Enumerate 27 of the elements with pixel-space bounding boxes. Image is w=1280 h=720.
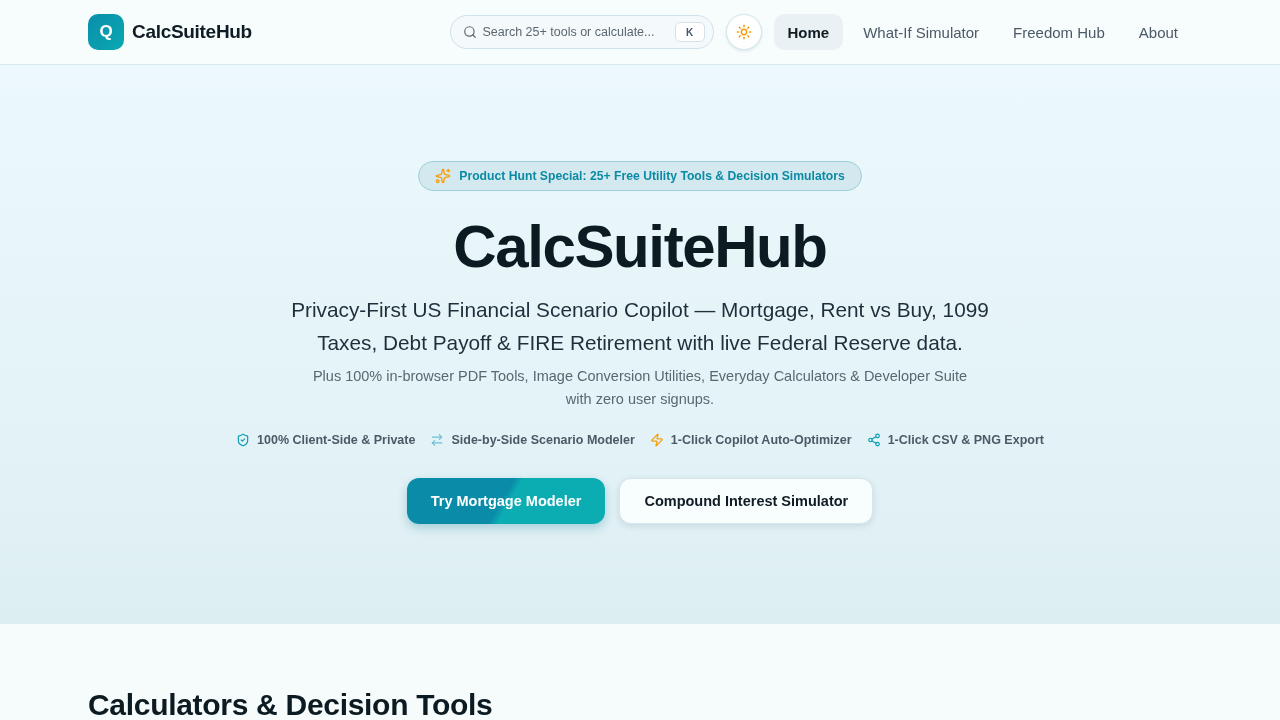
feature-label: 100% Client-Side & Private — [257, 433, 416, 447]
lightning-icon — [649, 433, 664, 447]
hero-title: CalcSuiteHub — [453, 213, 827, 281]
feature-label: 1-Click Copilot Auto-Optimizer — [670, 433, 852, 447]
logo-name[interactable]: CalcSuiteHub — [132, 21, 252, 43]
feature-label: Side-by-Side Scenario Modeler — [451, 433, 635, 447]
search-field[interactable]: Search 25+ tools or calculate... K — [449, 15, 714, 49]
search-icon — [462, 25, 477, 39]
nav-tab[interactable]: What-If Simulator — [849, 14, 994, 50]
share-icon — [866, 433, 881, 447]
promo-text: Product Hunt Special: 25+ Free Utility Tools & Decision Simulators — [459, 169, 845, 183]
primary-cta-button[interactable]: Try Mortgage Modeler — [406, 478, 606, 524]
swap-arrows-icon — [430, 433, 445, 447]
nav-tab[interactable]: Home — [773, 14, 844, 50]
secondary-cta-button[interactable]: Compound Interest Simulator — [619, 478, 874, 524]
feature-label: 1-Click CSV & PNG Export — [887, 433, 1044, 447]
nav-tab[interactable]: About — [1124, 14, 1192, 50]
shield-check-icon — [236, 433, 251, 447]
nav-tab[interactable]: Freedom Hub — [999, 14, 1119, 50]
theme-toggle-button[interactable] — [725, 14, 762, 50]
search-input[interactable]: Search 25+ tools or calculate... — [482, 25, 669, 39]
shortcut-key: K — [674, 22, 705, 42]
section-heading: Calculators & Decision Tools — [88, 687, 494, 720]
sparkles-icon — [435, 168, 452, 184]
sun-icon — [735, 24, 752, 40]
hero-description: Plus 100% in-browser PDF Tools, Image Conversion Utilities, Everyday Calculators & Developer Suite with zero user signups. — [311, 367, 969, 409]
hero-subtitle: Privacy-First US Financial Scenario Copilot — Mortgage, Rent vs Buy, 1099 Taxes, Debt Payoff & FIRE Retirement with live Federal Reserve data. — [290, 297, 990, 356]
